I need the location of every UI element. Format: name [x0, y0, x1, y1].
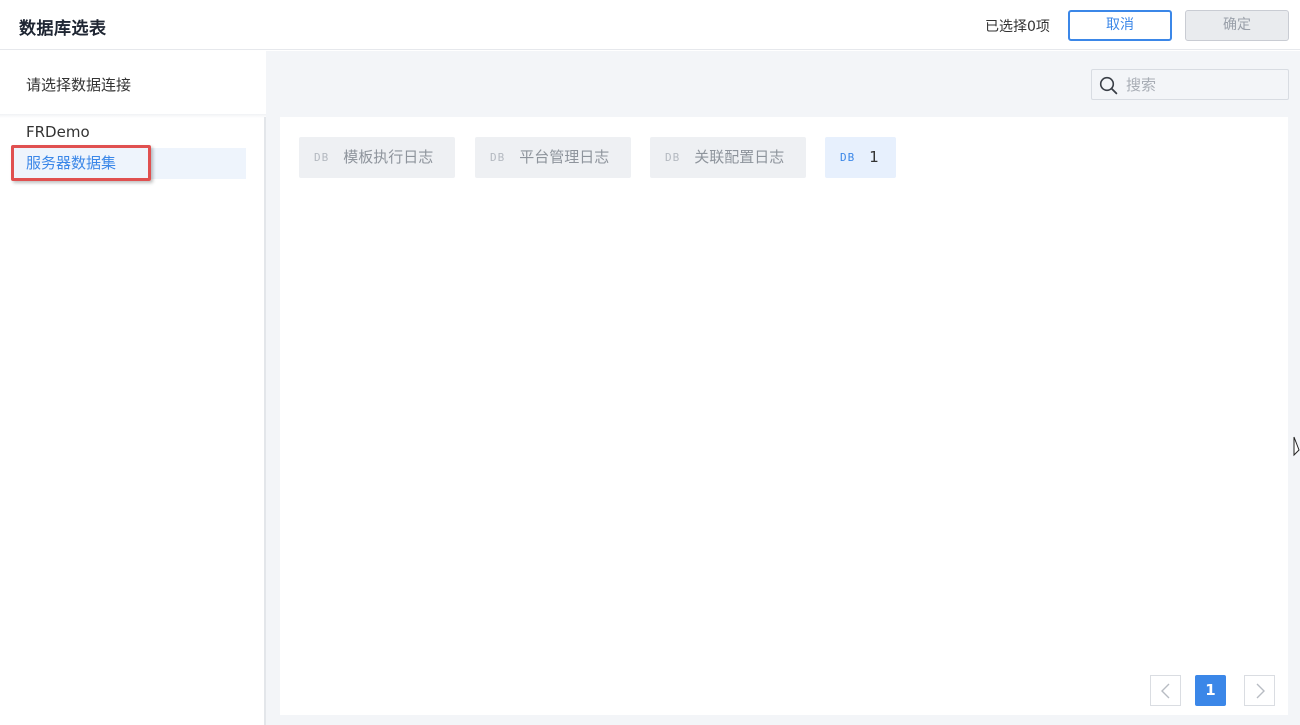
database-icon: DB [314, 151, 330, 164]
chevron-right-icon [1256, 683, 1265, 699]
chevron-left-icon [1161, 683, 1170, 699]
table-chip[interactable]: DB 平台管理日志 [475, 137, 631, 178]
search-input[interactable] [1126, 73, 1282, 96]
table-name: 平台管理日志 [519, 148, 610, 166]
dialog-header: 数据库选表 已选择0项 取消 确定 [0, 0, 1300, 50]
cancel-button[interactable]: 取消 [1068, 10, 1172, 41]
table-selection-dialog: 数据库选表 已选择0项 取消 确定 请选择数据连接 FRDemo 服务器数据集 … [0, 0, 1300, 725]
connection-sidebar: 请选择数据连接 FRDemo 服务器数据集 [0, 51, 266, 725]
sidebar-item-frdemo[interactable]: FRDemo [14, 117, 246, 148]
sidebar-heading: 请选择数据连接 [26, 76, 132, 94]
table-name: 模板执行日志 [343, 148, 434, 166]
table-name: 1 [869, 148, 879, 166]
mouse-cursor-icon [1293, 436, 1300, 457]
database-icon: DB [490, 151, 506, 164]
search-box[interactable] [1091, 69, 1289, 100]
dialog-title: 数据库选表 [19, 19, 107, 39]
table-browser: DB 模板执行日志 DB 平台管理日志 DB 关联配置日志 DB 1 1 [266, 51, 1300, 725]
search-icon [1099, 76, 1118, 99]
table-list-panel: DB 模板执行日志 DB 平台管理日志 DB 关联配置日志 DB 1 1 [280, 117, 1288, 715]
table-chip[interactable]: DB 关联配置日志 [650, 137, 806, 178]
table-name: 关联配置日志 [694, 148, 785, 166]
pagination-prev-button[interactable] [1150, 675, 1181, 706]
database-icon: DB [665, 151, 681, 164]
pagination-next-button[interactable] [1244, 675, 1275, 706]
confirm-button[interactable]: 确定 [1185, 10, 1289, 41]
sidebar-item-server-dataset[interactable]: 服务器数据集 [14, 148, 246, 179]
pagination-page-1[interactable]: 1 [1195, 675, 1226, 706]
table-chip[interactable]: DB 模板执行日志 [299, 137, 455, 178]
table-chip[interactable]: DB 1 [825, 137, 896, 178]
database-icon: DB [840, 151, 856, 164]
selected-count-label: 已选择0项 [985, 19, 1050, 35]
